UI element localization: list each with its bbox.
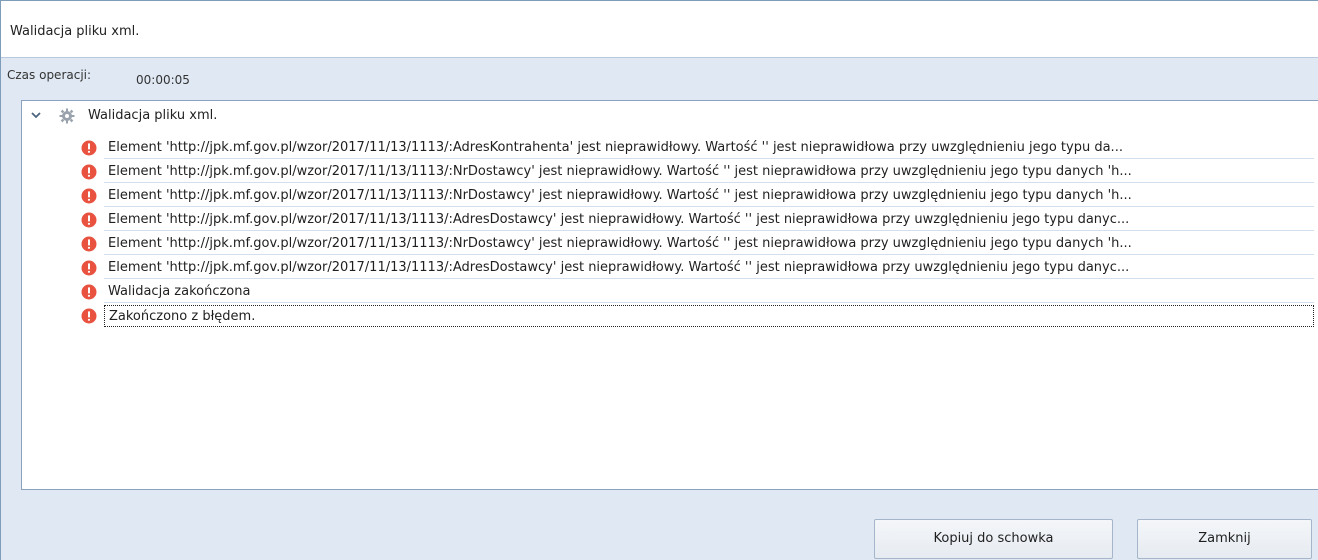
tree-item-label: Element 'http://jpk.mf.gov.pl/wzor/2017/…: [104, 161, 1314, 183]
tree-item-label: Walidacja zakończona: [104, 281, 1314, 303]
error-icon: [81, 212, 97, 228]
error-icon: [81, 260, 97, 276]
operation-time-value: 00:00:05: [136, 73, 190, 87]
validation-tree[interactable]: Walidacja pliku xml. Element 'http://jpk…: [21, 100, 1318, 490]
tree-item-label: Element 'http://jpk.mf.gov.pl/wzor/2017/…: [104, 209, 1314, 231]
tree-item-label: Element 'http://jpk.mf.gov.pl/wzor/2017/…: [104, 185, 1314, 207]
title-bar: Walidacja pliku xml.: [1, 1, 1318, 58]
tree-item[interactable]: Element 'http://jpk.mf.gov.pl/wzor/2017/…: [22, 185, 1318, 208]
tree-item[interactable]: Walidacja zakończona: [22, 281, 1318, 304]
chevron-down-icon[interactable]: [30, 109, 42, 121]
tree-item[interactable]: Element 'http://jpk.mf.gov.pl/wzor/2017/…: [22, 257, 1318, 280]
error-icon: [81, 164, 97, 180]
error-icon: [81, 140, 97, 156]
tree-root-node[interactable]: Walidacja pliku xml.: [22, 106, 1318, 128]
error-icon: [81, 236, 97, 252]
window-title: Walidacja pliku xml.: [10, 24, 140, 39]
operation-time-row: Czas operacji: 00:00:05: [1, 58, 1318, 98]
tree-root-label: Walidacja pliku xml.: [88, 108, 218, 123]
tree-item[interactable]: Element 'http://jpk.mf.gov.pl/wzor/2017/…: [22, 161, 1318, 184]
gear-icon: [59, 108, 75, 124]
tree-item-label: Element 'http://jpk.mf.gov.pl/wzor/2017/…: [104, 257, 1314, 279]
close-button[interactable]: Zamknij: [1137, 519, 1312, 559]
error-icon: [81, 188, 97, 204]
tree-item[interactable]: Element 'http://jpk.mf.gov.pl/wzor/2017/…: [22, 209, 1318, 232]
operation-time-label: Czas operacji:: [7, 68, 92, 82]
tree-item-label: Element 'http://jpk.mf.gov.pl/wzor/2017/…: [104, 137, 1314, 159]
validation-dialog: Walidacja pliku xml. Czas operacji: 00:0…: [0, 0, 1318, 560]
tree-item[interactable]: Element 'http://jpk.mf.gov.pl/wzor/2017/…: [22, 137, 1318, 160]
tree-item-label: Zakończono z błędem.: [104, 305, 1314, 327]
tree-item-label: Element 'http://jpk.mf.gov.pl/wzor/2017/…: [104, 233, 1314, 255]
tree-item[interactable]: Element 'http://jpk.mf.gov.pl/wzor/2017/…: [22, 233, 1318, 256]
copy-to-clipboard-button[interactable]: Kopiuj do schowka: [874, 519, 1113, 559]
error-icon: [81, 308, 97, 324]
tree-item[interactable]: Zakończono z błędem.: [22, 305, 1318, 328]
error-icon: [81, 284, 97, 300]
